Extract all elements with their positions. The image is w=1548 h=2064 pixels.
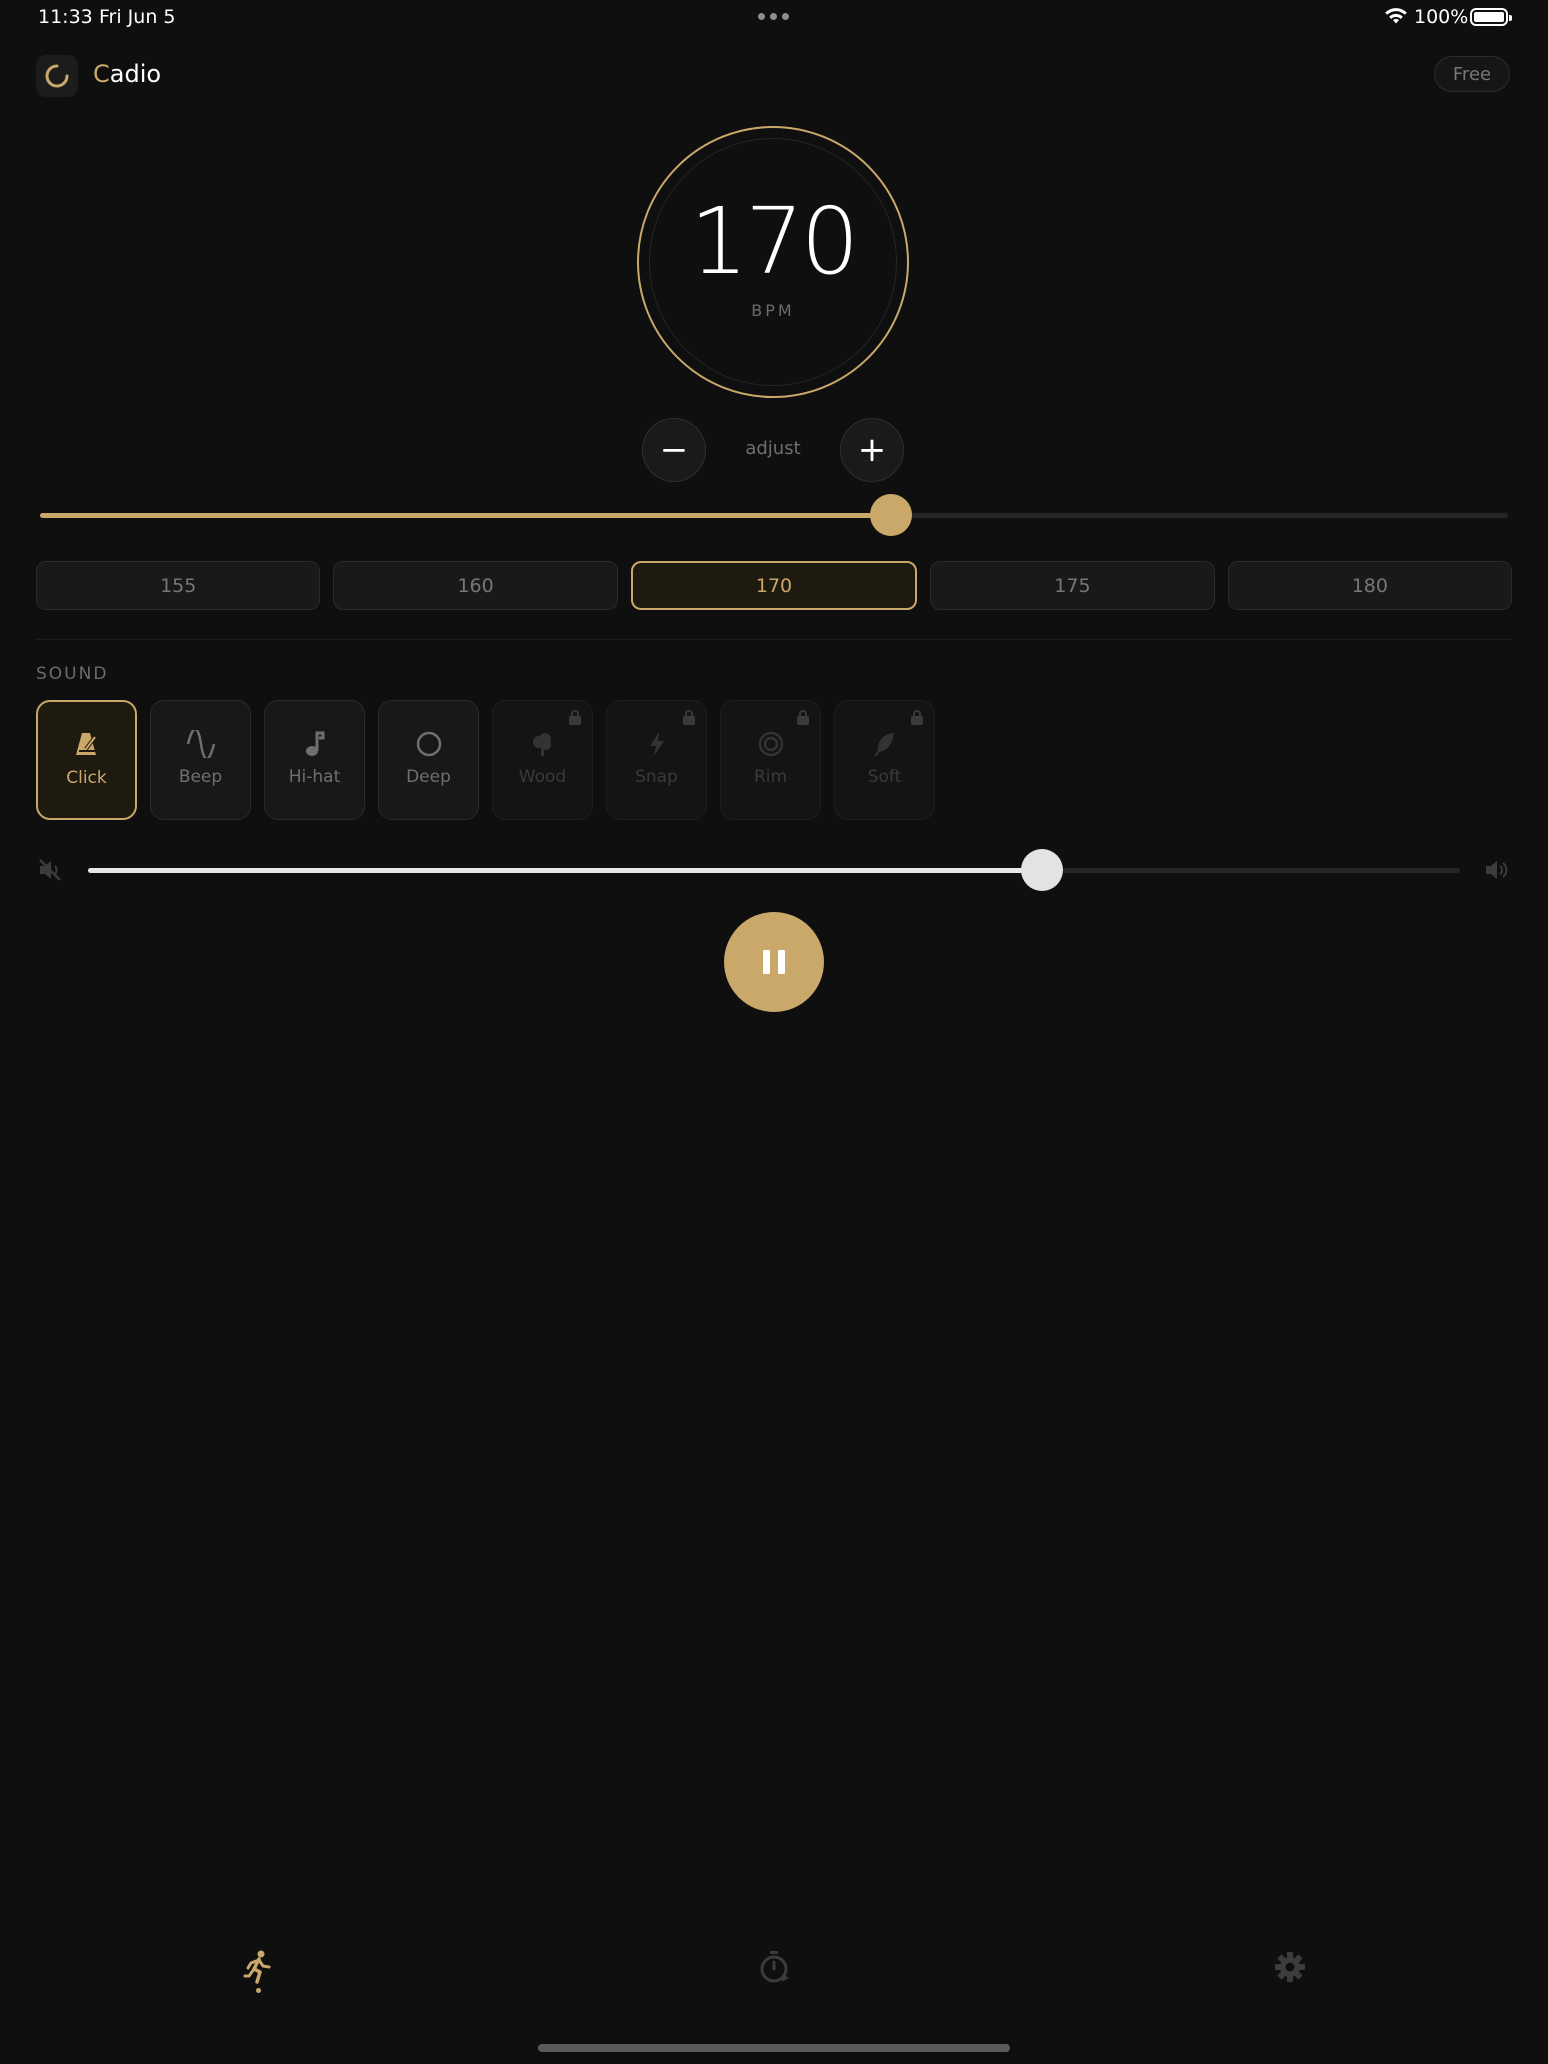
bpm-value: 170 bbox=[689, 188, 860, 295]
sound-label: Rim bbox=[753, 767, 788, 787]
music-note-icon bbox=[304, 729, 326, 759]
decrease-bpm-button[interactable]: − bbox=[642, 418, 706, 482]
stopwatch-icon bbox=[760, 1951, 789, 1983]
adjust-label: adjust bbox=[745, 438, 801, 459]
sine-wave-icon bbox=[186, 729, 216, 759]
more-dots-icon[interactable] bbox=[758, 13, 790, 21]
sound-label: Deep bbox=[406, 767, 451, 787]
battery-percent: 100% bbox=[1414, 6, 1469, 28]
speaker-loud-icon[interactable] bbox=[1484, 858, 1510, 886]
battery-icon bbox=[1470, 8, 1512, 26]
loading-arc-icon bbox=[45, 64, 69, 88]
sound-label: Snap bbox=[635, 767, 678, 787]
sound-deep-button[interactable]: Deep bbox=[378, 700, 479, 820]
sound-label: Wood bbox=[518, 767, 567, 787]
sound-hihat-button[interactable]: Hi-hat bbox=[264, 700, 365, 820]
pause-icon bbox=[763, 950, 770, 974]
sound-label: Click bbox=[66, 768, 107, 788]
bpm-presets: 155 160 170 175 180 bbox=[36, 561, 1513, 610]
home-indicator bbox=[538, 2044, 1010, 2052]
tab-run[interactable] bbox=[228, 1950, 288, 2010]
circle-icon bbox=[415, 729, 443, 759]
speaker-muted-icon[interactable] bbox=[38, 858, 64, 886]
plus-icon: + bbox=[857, 430, 887, 470]
app-title-initial: C bbox=[93, 60, 110, 88]
pause-button[interactable] bbox=[724, 912, 824, 1012]
lock-icon bbox=[683, 710, 695, 725]
sound-wood-button[interactable]: Wood bbox=[492, 700, 593, 820]
sound-beep-button[interactable]: Beep bbox=[150, 700, 251, 820]
tab-timer[interactable] bbox=[744, 1950, 804, 2010]
wifi-icon bbox=[1384, 7, 1408, 29]
app-logo bbox=[36, 55, 78, 97]
preset-180-button[interactable]: 180 bbox=[1227, 561, 1513, 610]
preset-175-button[interactable]: 175 bbox=[930, 561, 1215, 610]
increase-bpm-button[interactable]: + bbox=[840, 418, 904, 482]
tab-settings[interactable] bbox=[1260, 1950, 1320, 2010]
volume-slider-thumb[interactable] bbox=[1020, 849, 1063, 891]
sound-rim-button[interactable]: Rim bbox=[720, 700, 821, 820]
volume-slider-track[interactable] bbox=[88, 868, 1460, 873]
plan-badge[interactable]: Free bbox=[1434, 56, 1510, 92]
preset-155-button[interactable]: 155 bbox=[36, 561, 321, 610]
bolt-icon bbox=[647, 729, 667, 759]
sound-label: Hi-hat bbox=[288, 767, 341, 787]
sound-click-button[interactable]: Click bbox=[36, 700, 137, 820]
sound-options: Click Beep Hi-hat Deep Wood Snap Rim Sof… bbox=[36, 700, 935, 820]
sound-label: Soft bbox=[867, 767, 902, 787]
status-date: Fri Jun 5 bbox=[99, 6, 176, 28]
sound-soft-button[interactable]: Soft bbox=[834, 700, 935, 820]
tempo-slider-fill bbox=[40, 513, 892, 518]
minus-icon: − bbox=[659, 430, 689, 470]
app-title-rest: adio bbox=[109, 60, 162, 88]
preset-160-button[interactable]: 160 bbox=[333, 561, 618, 610]
sound-section-label: SOUND bbox=[36, 664, 109, 684]
bpm-unit: BPM bbox=[751, 301, 795, 320]
active-tab-indicator bbox=[255, 1988, 261, 1993]
volume-slider-fill bbox=[88, 868, 1042, 873]
feather-icon bbox=[872, 729, 898, 759]
section-divider bbox=[36, 639, 1512, 640]
sound-snap-button[interactable]: Snap bbox=[606, 700, 707, 820]
preset-170-button[interactable]: 170 bbox=[630, 561, 918, 610]
lock-icon bbox=[911, 710, 923, 725]
tempo-slider-track[interactable] bbox=[40, 513, 1508, 518]
sound-label: Beep bbox=[178, 767, 223, 787]
app-title: Cadio bbox=[93, 60, 161, 88]
metronome-icon bbox=[74, 730, 100, 760]
target-icon bbox=[757, 729, 785, 759]
lock-icon bbox=[797, 710, 809, 725]
lock-icon bbox=[569, 710, 581, 725]
tempo-slider-thumb[interactable] bbox=[870, 494, 913, 536]
status-time: 11:33 bbox=[38, 6, 93, 28]
running-person-icon bbox=[243, 1950, 271, 1984]
gear-icon bbox=[1275, 1952, 1305, 1982]
tree-icon bbox=[530, 729, 556, 759]
